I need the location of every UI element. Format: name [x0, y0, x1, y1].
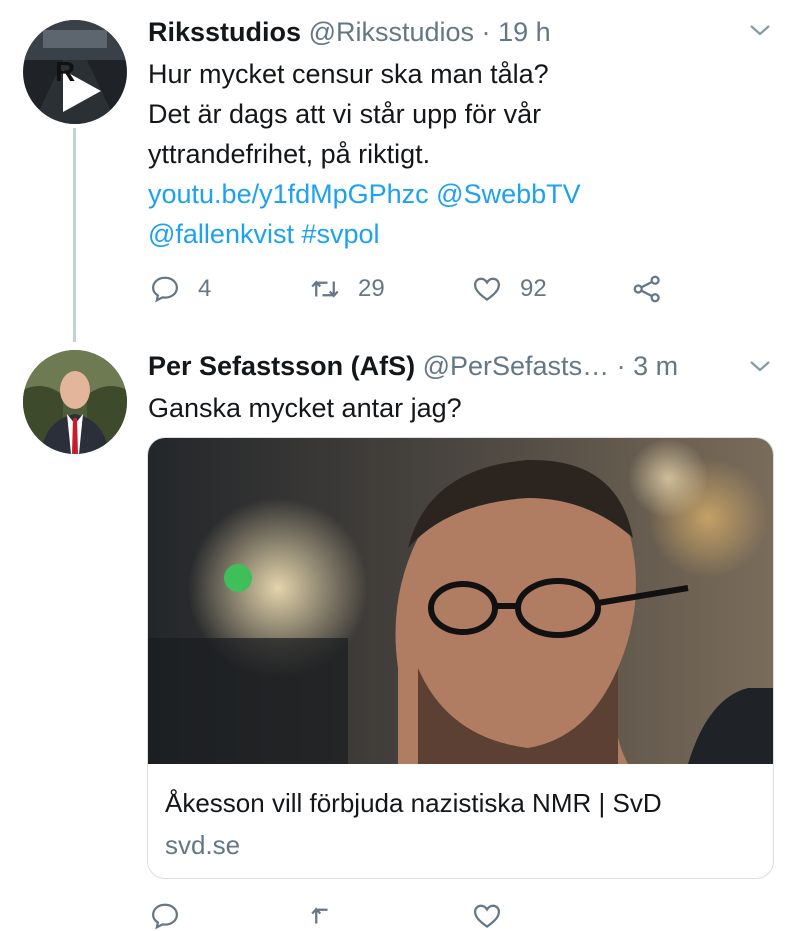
tweet-header: Per Sefastsson (AfS) @PerSefasts… · 3 m — [148, 348, 678, 384]
separator: · — [481, 17, 491, 47]
card-image — [148, 438, 773, 764]
heart-icon — [473, 277, 501, 302]
link-card[interactable]: Åkesson vill förbjuda nazistiska NMR | S… — [147, 437, 774, 879]
tweet-line-3: yttrandefrihet, på riktigt. — [148, 139, 431, 169]
tweet-line-2: Det är dags att vi står upp för vår — [148, 99, 542, 129]
like-button[interactable]: 92 — [472, 268, 547, 310]
tweet-header: Riksstudios @Riksstudios · 19 h — [148, 14, 551, 50]
tweet-link[interactable]: youtu.be/y1fdMpGPhzc — [148, 179, 429, 209]
tweet-text: Hur mycket censur ska man tåla? Det är d… — [148, 54, 768, 254]
separator: · — [616, 351, 626, 381]
share-icon — [633, 275, 660, 303]
like-count: 92 — [520, 275, 547, 302]
mention-fallenkvist[interactable]: @fallenkvist — [148, 219, 294, 249]
share-button[interactable] — [632, 268, 680, 310]
avatar-riksstudios[interactable]: R — [23, 20, 127, 124]
mention-swebbtv[interactable]: @SwebbTV — [436, 179, 580, 209]
reply-icon — [151, 276, 179, 303]
heart-icon[interactable] — [472, 901, 502, 931]
chevron-down-icon[interactable] — [748, 18, 772, 49]
retweet-icon — [311, 280, 339, 298]
retweet-count: 29 — [358, 275, 385, 302]
display-name[interactable]: Per Sefastsson (AfS) — [148, 351, 415, 381]
timestamp[interactable]: 19 h — [498, 17, 551, 47]
tweet-riksstudios[interactable]: R Riksstudios @Riksstudios · 19 h Hur my… — [0, 0, 796, 342]
reply-count: 4 — [198, 275, 212, 302]
tweet-line-1: Hur mycket censur ska man tåla? — [148, 59, 549, 89]
thread-line — [73, 128, 76, 342]
retweet-icon[interactable] — [310, 901, 340, 931]
avatar-letter: R — [55, 56, 76, 87]
reply-icon[interactable] — [150, 901, 180, 931]
handle[interactable]: @Riksstudios — [309, 17, 474, 47]
reply-button[interactable]: 4 — [150, 268, 211, 310]
tweet-actions: 4 29 92 — [148, 268, 748, 310]
handle[interactable]: @PerSefasts… — [423, 351, 609, 381]
display-name[interactable]: Riksstudios — [148, 17, 301, 47]
card-domain: svd.se — [165, 830, 241, 860]
timestamp[interactable]: 3 m — [633, 351, 678, 381]
retweet-button[interactable]: 29 — [310, 268, 385, 310]
avatar-per-sefastsson[interactable] — [23, 350, 127, 454]
card-title[interactable]: Åkesson vill förbjuda nazistiska NMR | S… — [165, 788, 662, 819]
chevron-down-icon[interactable] — [748, 354, 772, 385]
tweet-text: Ganska mycket antar jag? — [148, 393, 462, 423]
hashtag-svpol[interactable]: #svpol — [301, 219, 379, 249]
